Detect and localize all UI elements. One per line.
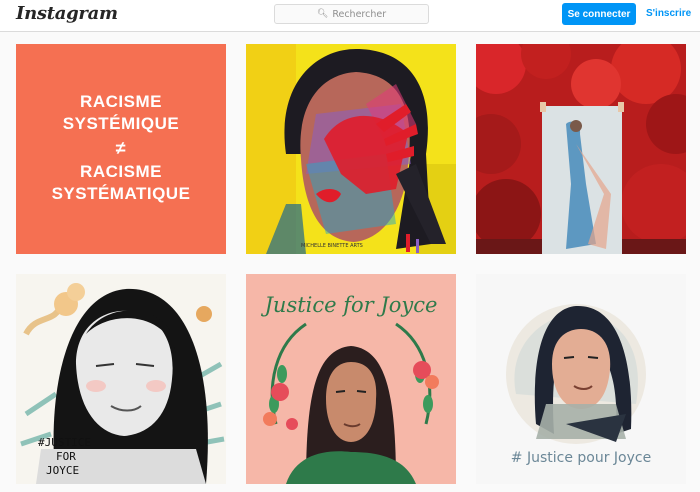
post-bw-portrait[interactable]: #JUSTICE FOR JOYCE [16, 274, 226, 484]
post-text-line: SYSTÉMIQUE [62, 114, 180, 133]
caption-line: JOYCE [46, 464, 79, 477]
search-input[interactable]: 🔍︎ Rechercher [274, 4, 429, 24]
post-racism-graphic[interactable]: RACISME SYSTÉMIQUE ≠ RACISME SYSTÉMATIQU… [16, 44, 226, 254]
instagram-logo[interactable]: Instagram [16, 3, 118, 24]
justice-for-joyce-image: Justice for Joyce [246, 274, 456, 484]
caption-line: FOR [56, 450, 76, 463]
signup-link[interactable]: S'inscrire [646, 8, 691, 19]
post-caption: Justice for Joyce [261, 293, 438, 317]
login-button[interactable]: Se connecter [562, 3, 636, 25]
bw-portrait-image: #JUSTICE FOR JOYCE [16, 274, 226, 484]
banner-photo-image [476, 44, 686, 254]
post-justice-pour-joyce[interactable]: # Justice pour Joyce [476, 274, 686, 484]
search-placeholder: Rechercher [332, 8, 387, 20]
post-banner-photo[interactable] [476, 44, 686, 254]
post-justice-for-joyce[interactable]: Justice for Joyce [246, 274, 456, 484]
post-text-line: SYSTÉMATIQUE [51, 184, 191, 203]
search-icon: 🔍︎ [316, 9, 329, 19]
post-caption: # Justice pour Joyce [511, 450, 651, 466]
post-text-line: RACISME [80, 162, 162, 181]
artist-signature: MICHELLE BINETTE ARTS [301, 243, 363, 249]
post-painted-portrait[interactable]: MICHELLE BINETTE ARTS [246, 44, 456, 254]
not-equal-symbol: ≠ [115, 138, 127, 158]
painted-portrait-image: MICHELLE BINETTE ARTS [246, 44, 456, 254]
top-navigation-bar: Instagram 🔍︎ Rechercher Se connecter S'i… [0, 0, 700, 32]
post-text-line: RACISME [80, 92, 162, 111]
caption-line: #JUSTICE [38, 436, 91, 449]
justice-pour-joyce-image: # Justice pour Joyce [476, 274, 686, 484]
